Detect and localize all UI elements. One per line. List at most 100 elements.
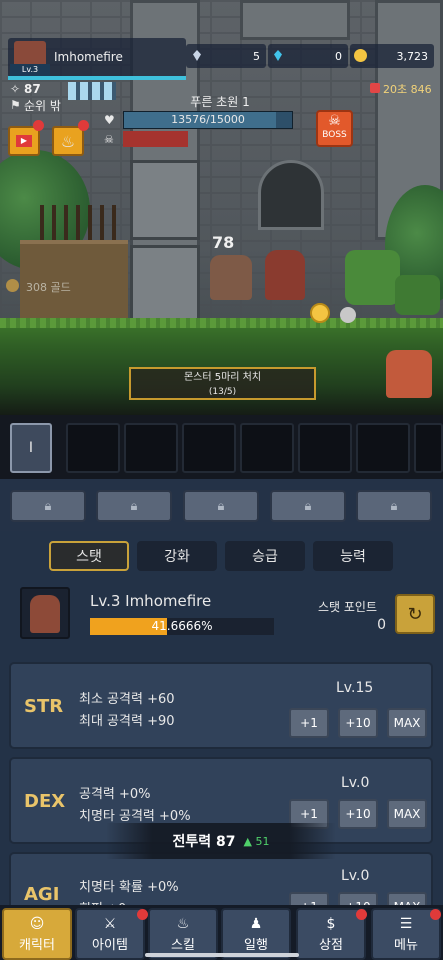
loot-bag [340,307,356,323]
skull-icon: ☠ [328,113,341,129]
locked-slot-row: 🔒︎ 🔒︎ 🔒︎ 🔒︎ 🔒︎ [0,479,443,531]
video-ad-button[interactable]: ▶ [8,126,40,156]
plus-one-button[interactable]: +1 [289,708,329,738]
gold-value: 3,723 [396,50,429,63]
character-panel: 스탯 강화 승급 능력 Lv.3 Imhomefire 41.6666% 스탯 … [0,531,443,960]
stat-line: 공격력 +0% [79,787,151,802]
nav-label: 캐릭터 [19,937,55,953]
plus-ten-button[interactable]: +10 [338,799,378,829]
skill-slot-toggle[interactable]: I [10,423,52,473]
rank-text: 순위 밖 [24,99,61,113]
nav-label: 일행 [244,937,268,953]
exp-text: 41.6666% [151,619,213,633]
stat-card-str: STR 최소 공격력 +60 최대 공격력 +90 Lv.15 +1 +10 M… [9,662,433,749]
slot-label: I [28,440,34,456]
notification-dot [356,909,367,920]
stat-name: DEX [24,791,66,812]
max-button[interactable]: MAX [387,799,427,829]
damage-number: 78 [212,233,235,252]
locked-slot[interactable]: 🔒︎ [96,490,172,522]
gold-drop-text: 308 골드 [26,281,71,294]
stat-level: Lv.0 [341,775,370,791]
hamburger-icon: ☰ [399,915,413,932]
tab-promotion[interactable]: 승급 [225,541,305,571]
carved-block [130,160,200,240]
goblin-enemy [345,250,400,305]
skill-slot[interactable] [124,423,178,473]
tab-enhance[interactable]: 강화 [137,541,217,571]
skill-slot[interactable] [240,423,294,473]
character-portrait [20,587,70,639]
stat-point-value: 0 [377,617,386,633]
tab-stat[interactable]: 스탯 [49,541,129,571]
stat-level: Lv.15 [336,680,374,696]
torch-icon: ♨ [60,131,76,151]
quest-title: 몬스터 5마리 처치 [183,372,262,383]
nav-label: 스킬 [171,937,195,953]
player-name: Imhomefire [54,50,123,64]
crystal-a-value: 5 [253,50,260,63]
stat-line: 최소 공격력 +60 [79,692,175,707]
hero-sprite [210,255,252,300]
lock-icon: 🔒︎ [390,498,398,514]
lock-icon: 🔒︎ [44,498,52,514]
plus-ten-button[interactable]: +10 [338,708,378,738]
nav-character[interactable]: ☺ 캐릭터 [2,908,72,960]
locked-slot[interactable]: 🔒︎ [356,490,432,522]
torch-button[interactable]: ♨ [52,126,84,156]
skill-slot[interactable] [66,423,120,473]
max-button[interactable]: MAX [387,708,427,738]
notification-dot [33,120,44,131]
skill-slot-bar: I [0,415,443,479]
grass-edge [0,318,443,328]
quest-progress: (13/5) [208,387,237,397]
heart-icon: ♥ [104,113,115,127]
play-icon: ▶ [16,135,32,147]
nav-label: 메뉴 [394,937,418,953]
boss-label: BOSS [322,130,347,140]
level-badge: Lv.3 [10,64,50,76]
skill-slot[interactable] [414,423,443,473]
boss-button[interactable]: ☠ BOSS [316,110,353,147]
refresh-icon: ↻ [407,603,423,625]
locked-slot[interactable]: 🔒︎ [183,490,259,522]
character-sprite [30,595,60,633]
boss-timer-bar [123,131,188,147]
combat-power-delta: ▲ 51 [243,834,270,848]
spike-fence [40,205,122,245]
gold-icon [6,279,19,292]
power-icon: ✧ [10,82,21,96]
boss-hp-text: 13576/15000 [171,113,245,126]
skill-slot[interactable] [182,423,236,473]
carved-block [130,245,200,325]
stat-name: AGI [24,884,60,905]
tab-ability[interactable]: 능력 [313,541,393,571]
stat-point-label: 스탯 포인트 [318,600,378,614]
quest-box[interactable]: 몬스터 5마리 처치 (13/5) [129,367,316,400]
stat-line: 치명타 공격력 +0% [79,809,191,824]
lock-icon: 🔒︎ [130,498,138,514]
reset-stat-button[interactable]: ↻ [395,594,435,634]
nav-item[interactable]: ⚔ 아이템 [75,908,145,960]
stat-name: STR [24,696,64,717]
skill-slot[interactable] [356,423,410,473]
castle-window [258,160,324,230]
timer-text: 20초 846 [383,83,432,96]
lock-icon: 🔒︎ [304,498,312,514]
stat-level: Lv.0 [341,868,370,884]
sword-icon: ⚔ [103,915,117,932]
locked-slot[interactable]: 🔒︎ [270,490,346,522]
game-scene: 78 Lv.3 Imhomefire ✧ 87 ⚑ 순위 밖 5 0 3,723… [0,0,443,415]
stage-name: 푸른 초원 1 [190,95,250,109]
nav-label: 아이템 [92,937,128,953]
profile-level-name: Lv.3 Imhomefire [90,592,212,610]
flame-icon: ♨ [176,915,190,932]
locked-slot[interactable]: 🔒︎ [10,490,86,522]
combat-power-text: 전투력 87 [172,834,236,850]
money-bag-icon: $ [326,915,336,932]
skill-slot[interactable] [298,423,352,473]
pet-icon[interactable] [386,350,432,398]
bottom-nav: ☺ 캐릭터 ⚔ 아이템 ♨ 스킬 ♟ 일행 $ 상점 ☰ 메뉴 [0,905,443,960]
combat-power-banner: 전투력 87 ▲ 51 [106,823,336,859]
power-value: 87 [24,82,41,96]
